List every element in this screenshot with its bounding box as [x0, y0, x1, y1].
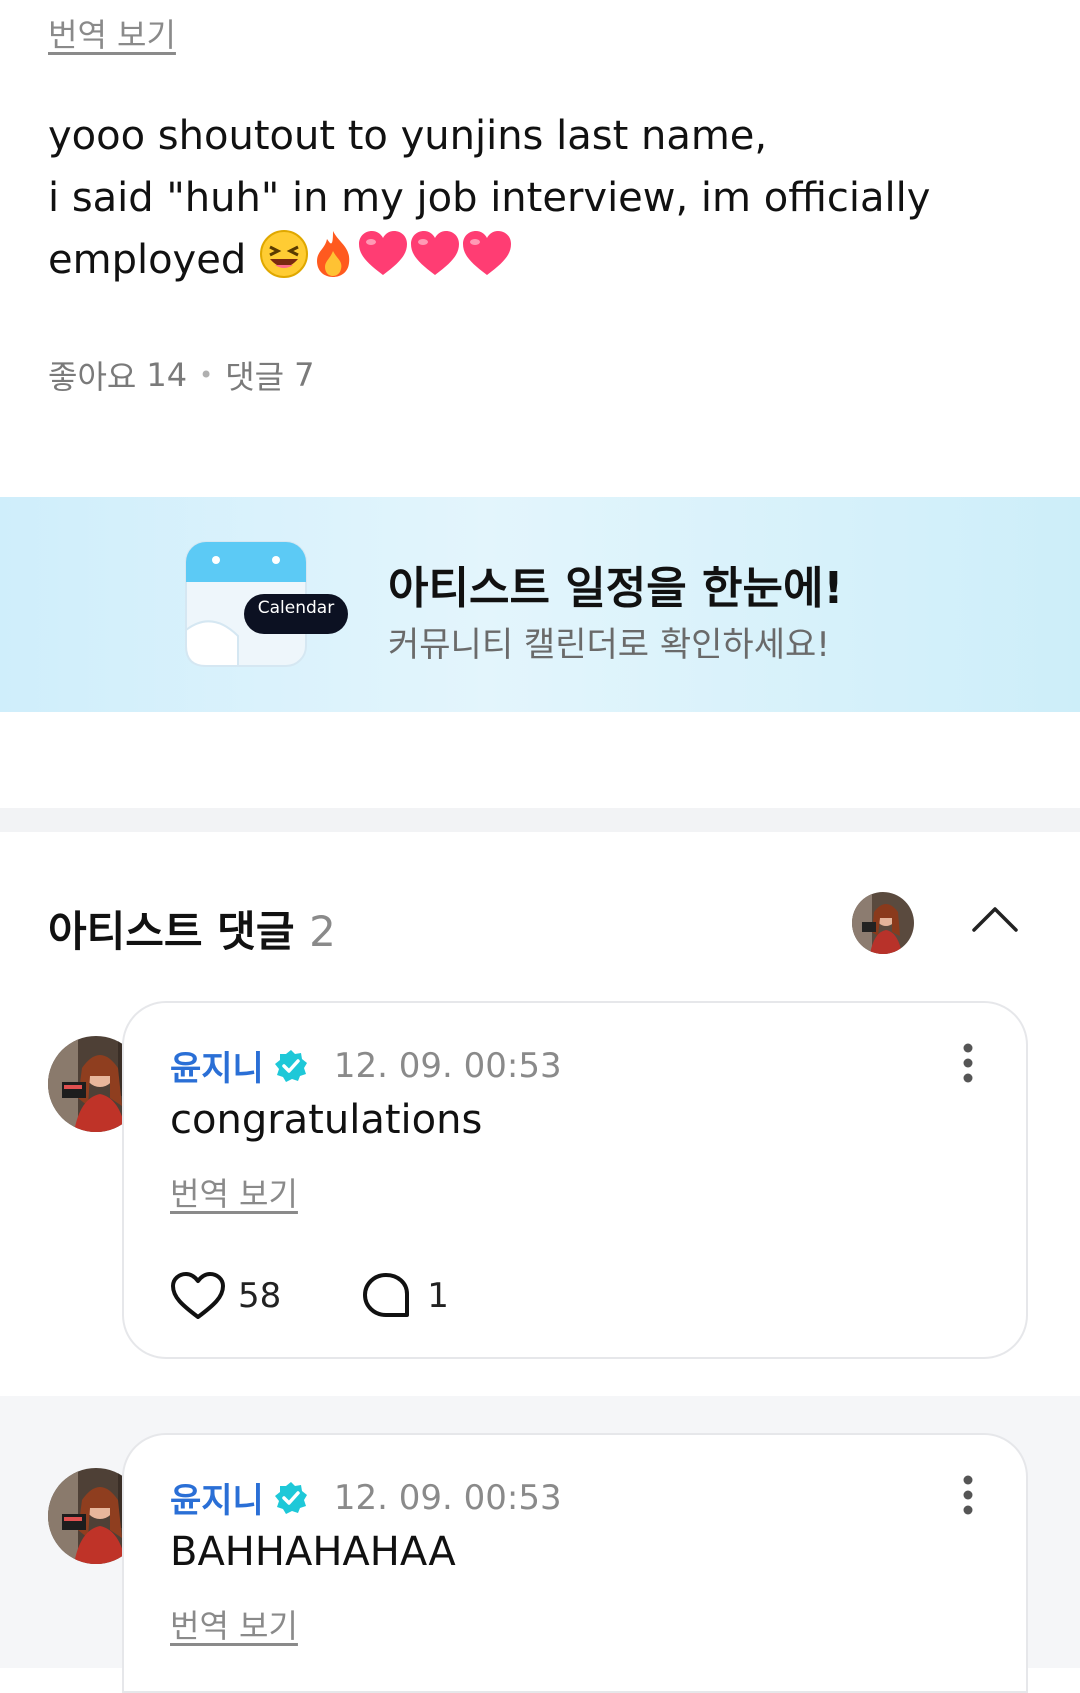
likes-count[interactable]: 14: [146, 356, 187, 394]
comment-header: 윤지니 12. 09. 00:53: [170, 1041, 562, 1090]
calendar-badge: Calendar: [257, 598, 335, 618]
comment-text: BAHHAHAHAA: [170, 1529, 456, 1575]
more-options-icon[interactable]: [962, 1043, 974, 1083]
heart-emoji-icon: [461, 229, 513, 297]
artist-comments-label: 아티스트 댓글: [48, 907, 295, 956]
like-heart-icon[interactable]: [170, 1271, 226, 1321]
artist-avatar-small[interactable]: [852, 892, 914, 954]
verified-badge-icon: [274, 1481, 308, 1515]
fire-emoji-icon: [309, 229, 357, 297]
heart-emoji-icon: [409, 229, 461, 297]
comment-author[interactable]: 윤지니: [170, 1473, 264, 1522]
post-line-3-text: employed: [48, 237, 247, 283]
reply-bubble-icon[interactable]: [361, 1271, 411, 1321]
comments-label[interactable]: 댓글: [225, 352, 284, 398]
post-line-2: i said "huh" in my job interview, im off…: [48, 175, 931, 221]
comment-translate-link[interactable]: 번역 보기: [170, 1169, 298, 1215]
post-line-3: employed: [48, 229, 1028, 297]
comment-card: 윤지니 12. 09. 00:53 congratulations 번역 보기 …: [122, 1001, 1028, 1359]
reply-count: 1: [427, 1276, 449, 1316]
comment-timestamp: 12. 09. 00:53: [333, 1045, 562, 1086]
section-divider: [0, 808, 1080, 832]
post-body: yooo shoutout to yunjins last name, i sa…: [48, 105, 1028, 297]
likes-label[interactable]: 좋아요: [48, 352, 136, 398]
comment-actions: 58 1: [170, 1271, 449, 1321]
collapse-chevron-icon[interactable]: [970, 904, 1020, 934]
more-options-icon[interactable]: [962, 1475, 974, 1515]
comment-text: congratulations: [170, 1097, 483, 1143]
artist-comments-count: 2: [309, 907, 336, 956]
post-line-1: yooo shoutout to yunjins last name,: [48, 113, 768, 159]
like-count: 58: [238, 1276, 282, 1316]
comment-author[interactable]: 윤지니: [170, 1041, 264, 1090]
post-translate-link[interactable]: 번역 보기: [48, 10, 176, 56]
comment-header: 윤지니 12. 09. 00:53: [170, 1473, 562, 1522]
banner-title: 아티스트 일정을 한눈에!: [388, 563, 844, 614]
artist-comments-title: 아티스트 댓글 2: [48, 898, 336, 959]
comment-translate-link[interactable]: 번역 보기: [170, 1601, 298, 1647]
comments-count[interactable]: 7: [294, 356, 314, 394]
comment-timestamp: 12. 09. 00:53: [333, 1477, 562, 1518]
banner-subtitle: 커뮤니티 캘린더로 확인하세요!: [388, 625, 830, 665]
post-stats: 좋아요 14 • 댓글 7: [48, 352, 314, 398]
laughing-emoji-icon: [259, 229, 309, 297]
stats-separator: •: [199, 361, 214, 389]
verified-badge-icon: [274, 1049, 308, 1083]
comment-card: 윤지니 12. 09. 00:53 BAHHAHAHAA 번역 보기: [122, 1433, 1028, 1693]
heart-emoji-icon: [357, 229, 409, 297]
